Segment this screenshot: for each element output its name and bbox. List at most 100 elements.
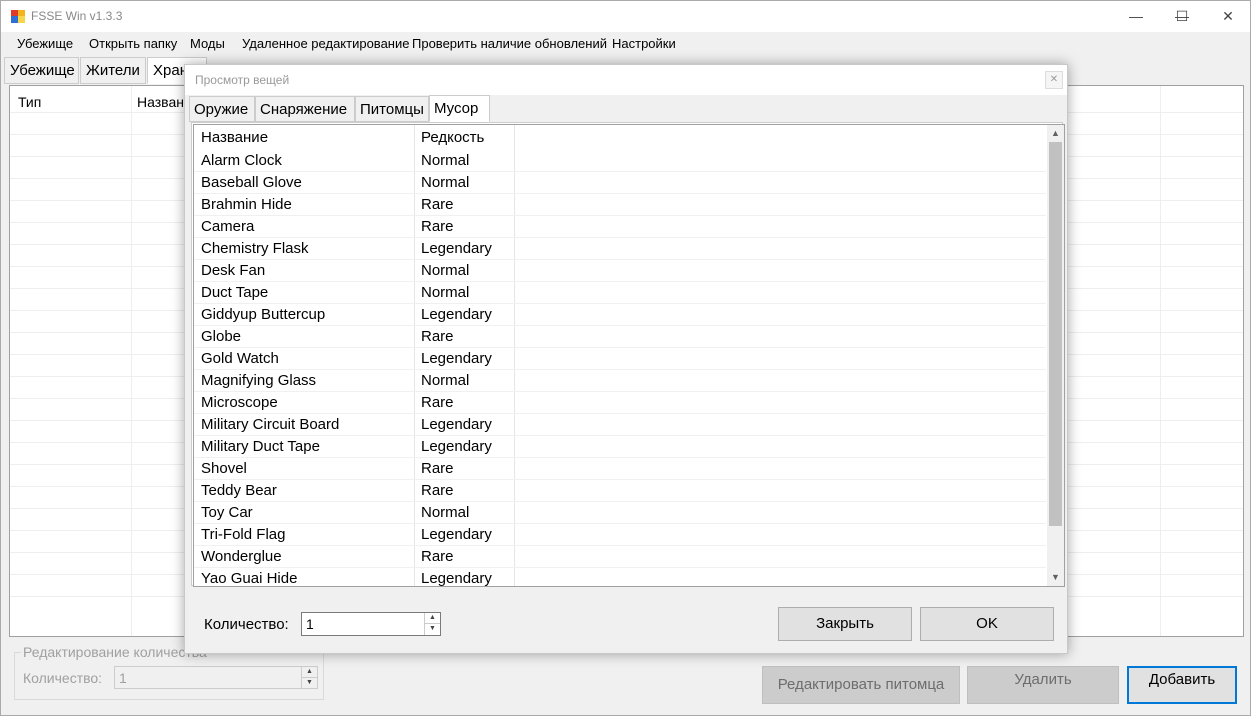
spin-down-icon[interactable]: ▼ — [425, 624, 440, 635]
tab-dwellers[interactable]: Жители — [80, 57, 146, 84]
dialog-title: Просмотр вещей — [195, 73, 290, 87]
spin-up-icon[interactable]: ▲ — [302, 667, 317, 678]
list-item[interactable]: Military Duct Tape Legendary — [194, 436, 1046, 458]
item-rarity: Normal — [421, 284, 470, 301]
list-item[interactable]: Brahmin Hide Rare — [194, 194, 1046, 216]
list-header: Название Редкость — [194, 125, 1064, 151]
edit-quantity-stepper[interactable]: 1 ▲ ▼ — [114, 666, 318, 689]
list-item[interactable]: Duct Tape Normal — [194, 282, 1046, 304]
item-rarity: Legendary — [421, 416, 492, 433]
list-item[interactable]: Tri-Fold Flag Legendary — [194, 524, 1046, 546]
dialog-ok-button[interactable]: OK — [920, 607, 1054, 641]
item-name: Baseball Glove — [201, 174, 302, 191]
item-rarity: Legendary — [421, 240, 492, 257]
item-name: Military Circuit Board — [201, 416, 340, 433]
list-item[interactable]: Magnifying Glass Normal — [194, 370, 1046, 392]
column-header-name[interactable]: Назван — [137, 94, 184, 110]
list-item[interactable]: Shovel Rare — [194, 458, 1046, 480]
dialog-close-icon[interactable]: ✕ — [1045, 71, 1063, 89]
dialog-quantity-value: 1 — [306, 616, 314, 632]
tab-junk[interactable]: Мусор — [429, 95, 490, 122]
item-browser-dialog: Просмотр вещей ✕ Оружие Снаряжение Питом… — [184, 64, 1068, 654]
list-item[interactable]: Globe Rare — [194, 326, 1046, 348]
item-name: Tri-Fold Flag — [201, 526, 286, 543]
edit-quantity-legend: Редактирование количества — [21, 644, 209, 660]
edit-quantity-value: 1 — [119, 670, 127, 686]
column-header-name[interactable]: Название — [201, 129, 268, 146]
edit-pet-button[interactable]: Редактировать питомца — [762, 666, 960, 704]
edit-quantity-label: Количество: — [23, 670, 103, 686]
item-rarity: Rare — [421, 460, 454, 477]
menu-item-vault[interactable]: Убежище — [17, 36, 73, 51]
list-item[interactable]: Toy Car Normal — [194, 502, 1046, 524]
item-name: Shovel — [201, 460, 247, 477]
item-name: Teddy Bear — [201, 482, 277, 499]
item-rarity: Normal — [421, 372, 470, 389]
list-item[interactable]: Giddyup Buttercup Legendary — [194, 304, 1046, 326]
item-name: Yao Guai Hide — [201, 570, 298, 587]
menu-item-settings[interactable]: Настройки — [612, 36, 676, 51]
item-rarity: Rare — [421, 328, 454, 345]
list-item[interactable]: Teddy Bear Rare — [194, 480, 1046, 502]
item-name: Magnifying Glass — [201, 372, 317, 389]
maximize-button[interactable]: ☐ — [1159, 1, 1205, 32]
list-item[interactable]: Wonderglue Rare — [194, 546, 1046, 568]
menu-bar: Убежище Открыть папку Моды Удаленное ред… — [1, 32, 1250, 56]
add-button[interactable]: Добавить — [1127, 666, 1237, 704]
list-item[interactable]: Camera Rare — [194, 216, 1046, 238]
item-name: Gold Watch — [201, 350, 279, 367]
spin-down-icon[interactable]: ▼ — [302, 678, 317, 689]
item-name: Alarm Clock — [201, 152, 282, 169]
item-name: Duct Tape — [201, 284, 269, 301]
title-bar: FSSE Win v1.3.3 — — ☐ ✕ — [1, 1, 1250, 32]
close-button[interactable]: ✕ — [1205, 1, 1251, 32]
scroll-thumb[interactable] — [1049, 142, 1062, 526]
menu-item-check-updates[interactable]: Проверить наличие обновлений — [412, 36, 607, 51]
menu-item-mods[interactable]: Моды — [190, 36, 225, 51]
menu-item-open-folder[interactable]: Открыть папку — [89, 36, 177, 51]
list-item[interactable]: Military Circuit Board Legendary — [194, 414, 1046, 436]
item-name: Wonderglue — [201, 548, 282, 565]
minimize-button[interactable]: — — [1113, 1, 1159, 32]
list-item[interactable]: Microscope Rare — [194, 392, 1046, 414]
list-item[interactable]: Chemistry Flask Legendary — [194, 238, 1046, 260]
list-item[interactable]: Desk Fan Normal — [194, 260, 1046, 282]
item-rarity: Legendary — [421, 570, 492, 587]
dialog-title-bar: Просмотр вещей ✕ — [185, 65, 1067, 95]
tab-pets[interactable]: Питомцы — [355, 96, 429, 122]
item-rarity: Legendary — [421, 438, 492, 455]
dialog-quantity-stepper[interactable]: 1 ▲ ▼ — [301, 612, 441, 636]
scroll-down-icon[interactable]: ▼ — [1047, 569, 1064, 586]
item-name: Brahmin Hide — [201, 196, 292, 213]
tab-vault[interactable]: Убежище — [4, 57, 79, 84]
list-item[interactable]: Alarm Clock Normal — [194, 150, 1046, 172]
item-name: Military Duct Tape — [201, 438, 320, 455]
spin-up-icon[interactable]: ▲ — [425, 613, 440, 624]
item-rarity: Rare — [421, 482, 454, 499]
item-rarity: Legendary — [421, 350, 492, 367]
junk-listview[interactable]: Название Редкость Alarm Clock Normal Baseb… — [193, 124, 1065, 587]
item-name: Microscope — [201, 394, 278, 411]
item-name: Chemistry Flask — [201, 240, 309, 257]
app-window: FSSE Win v1.3.3 — — ☐ ✕ Убежище Открыть … — [0, 0, 1251, 716]
item-name: Desk Fan — [201, 262, 266, 279]
item-name: Camera — [201, 218, 255, 235]
item-rarity: Rare — [421, 394, 454, 411]
column-header-rarity[interactable]: Редкость — [421, 129, 484, 146]
junk-list-panel: Название Редкость Alarm Clock Normal Baseb… — [191, 122, 1065, 587]
dialog-close-button[interactable]: Закрыть — [778, 607, 912, 641]
item-rarity: Legendary — [421, 306, 492, 323]
tab-outfits[interactable]: Снаряжение — [255, 96, 355, 122]
list-item[interactable]: Gold Watch Legendary — [194, 348, 1046, 370]
list-scrollbar[interactable]: ▲ ▼ — [1047, 125, 1064, 586]
list-item[interactable]: Yao Guai Hide Legendary — [194, 568, 1046, 587]
item-name: Toy Car — [201, 504, 253, 521]
scroll-up-icon[interactable]: ▲ — [1047, 125, 1064, 142]
tab-weapons[interactable]: Оружие — [189, 96, 255, 122]
item-rarity: Normal — [421, 174, 470, 191]
menu-item-remote-edit[interactable]: Удаленное редактирование — [242, 36, 409, 51]
edit-quantity-group: Редактирование количества Количество: 1 … — [14, 644, 324, 700]
delete-button[interactable]: Удалить — [967, 666, 1119, 704]
column-header-type[interactable]: Тип — [18, 94, 41, 110]
list-item[interactable]: Baseball Glove Normal — [194, 172, 1046, 194]
